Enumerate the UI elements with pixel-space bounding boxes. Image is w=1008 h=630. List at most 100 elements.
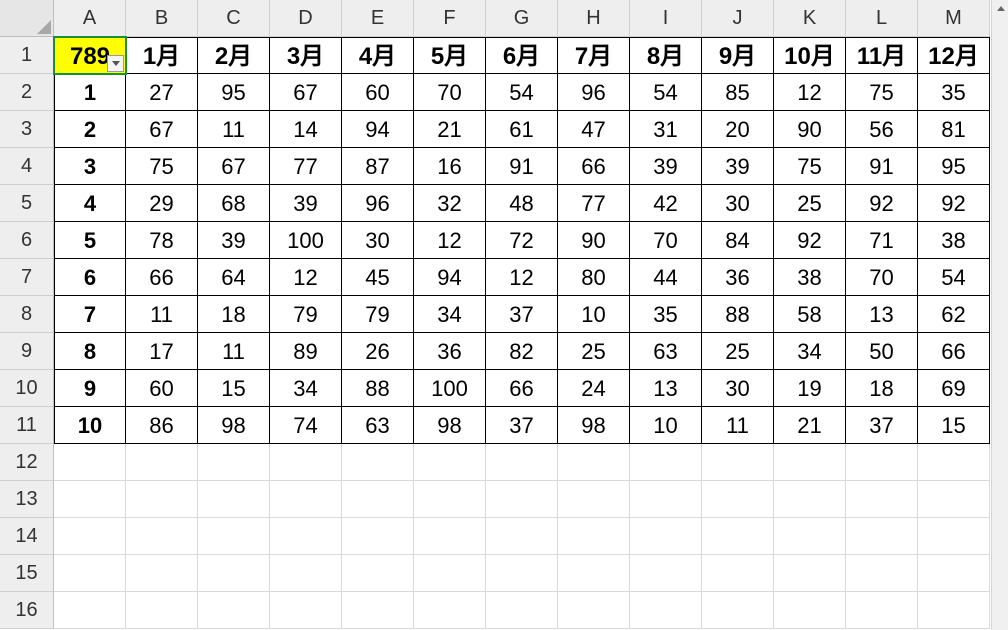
data-cell[interactable]: 48: [486, 185, 558, 222]
empty-cell[interactable]: [918, 518, 990, 555]
row-label[interactable]: 8: [54, 333, 126, 370]
row-header[interactable]: 2: [0, 74, 54, 111]
data-cell[interactable]: 98: [558, 407, 630, 444]
empty-cell[interactable]: [486, 592, 558, 629]
data-cell[interactable]: 39: [198, 222, 270, 259]
data-cell[interactable]: 98: [414, 407, 486, 444]
data-cell[interactable]: 86: [126, 407, 198, 444]
data-cell[interactable]: 96: [558, 74, 630, 111]
column-header[interactable]: F: [414, 0, 486, 37]
data-cell[interactable]: 92: [918, 185, 990, 222]
month-header[interactable]: 3月: [270, 37, 342, 74]
row-header[interactable]: 1: [0, 37, 54, 74]
row-header[interactable]: 10: [0, 370, 54, 407]
data-cell[interactable]: 17: [126, 333, 198, 370]
data-cell[interactable]: 71: [846, 222, 918, 259]
data-cell[interactable]: 66: [558, 148, 630, 185]
empty-cell[interactable]: [774, 555, 846, 592]
empty-cell[interactable]: [558, 481, 630, 518]
empty-cell[interactable]: [702, 518, 774, 555]
data-cell[interactable]: 18: [198, 296, 270, 333]
row-header[interactable]: 15: [0, 555, 54, 592]
row-label[interactable]: 9: [54, 370, 126, 407]
data-cell[interactable]: 77: [558, 185, 630, 222]
empty-cell[interactable]: [342, 592, 414, 629]
data-cell[interactable]: 77: [270, 148, 342, 185]
data-cell[interactable]: 27: [126, 74, 198, 111]
data-cell[interactable]: 66: [486, 370, 558, 407]
data-cell[interactable]: 70: [846, 259, 918, 296]
month-header[interactable]: 5月: [414, 37, 486, 74]
column-header[interactable]: M: [918, 0, 990, 37]
empty-cell[interactable]: [630, 518, 702, 555]
row-label[interactable]: 10: [54, 407, 126, 444]
month-header[interactable]: 9月: [702, 37, 774, 74]
data-cell[interactable]: 95: [198, 74, 270, 111]
empty-cell[interactable]: [558, 555, 630, 592]
month-header[interactable]: 2月: [198, 37, 270, 74]
empty-cell[interactable]: [702, 555, 774, 592]
empty-cell[interactable]: [342, 444, 414, 481]
data-cell[interactable]: 38: [774, 259, 846, 296]
empty-cell[interactable]: [270, 592, 342, 629]
data-cell[interactable]: 12: [774, 74, 846, 111]
filter-dropdown-icon[interactable]: [107, 55, 124, 72]
data-cell[interactable]: 31: [630, 111, 702, 148]
data-cell[interactable]: 11: [126, 296, 198, 333]
data-cell[interactable]: 92: [846, 185, 918, 222]
data-cell[interactable]: 66: [918, 333, 990, 370]
empty-cell[interactable]: [774, 592, 846, 629]
row-label[interactable]: 2: [54, 111, 126, 148]
data-cell[interactable]: 85: [702, 74, 774, 111]
data-cell[interactable]: 18: [846, 370, 918, 407]
empty-cell[interactable]: [486, 444, 558, 481]
empty-cell[interactable]: [270, 481, 342, 518]
data-cell[interactable]: 12: [414, 222, 486, 259]
cell-a1-selected[interactable]: 789: [54, 37, 126, 74]
empty-cell[interactable]: [918, 481, 990, 518]
data-cell[interactable]: 79: [342, 296, 414, 333]
data-cell[interactable]: 98: [198, 407, 270, 444]
data-cell[interactable]: 26: [342, 333, 414, 370]
data-cell[interactable]: 74: [270, 407, 342, 444]
row-header[interactable]: 11: [0, 407, 54, 444]
empty-cell[interactable]: [846, 444, 918, 481]
empty-cell[interactable]: [918, 444, 990, 481]
data-cell[interactable]: 66: [126, 259, 198, 296]
column-header[interactable]: E: [342, 0, 414, 37]
empty-cell[interactable]: [414, 481, 486, 518]
empty-cell[interactable]: [54, 592, 126, 629]
data-cell[interactable]: 63: [342, 407, 414, 444]
data-cell[interactable]: 63: [630, 333, 702, 370]
empty-cell[interactable]: [846, 555, 918, 592]
data-cell[interactable]: 36: [414, 333, 486, 370]
data-cell[interactable]: 10: [630, 407, 702, 444]
empty-cell[interactable]: [414, 555, 486, 592]
data-cell[interactable]: 67: [198, 148, 270, 185]
empty-cell[interactable]: [270, 518, 342, 555]
data-cell[interactable]: 75: [774, 148, 846, 185]
empty-cell[interactable]: [126, 444, 198, 481]
data-cell[interactable]: 37: [486, 407, 558, 444]
data-cell[interactable]: 81: [918, 111, 990, 148]
row-header[interactable]: 5: [0, 185, 54, 222]
data-cell[interactable]: 16: [414, 148, 486, 185]
data-cell[interactable]: 69: [918, 370, 990, 407]
data-cell[interactable]: 78: [126, 222, 198, 259]
empty-cell[interactable]: [414, 444, 486, 481]
column-header[interactable]: K: [774, 0, 846, 37]
data-cell[interactable]: 67: [270, 74, 342, 111]
empty-cell[interactable]: [126, 592, 198, 629]
empty-cell[interactable]: [774, 481, 846, 518]
empty-cell[interactable]: [126, 555, 198, 592]
data-cell[interactable]: 29: [126, 185, 198, 222]
data-cell[interactable]: 91: [846, 148, 918, 185]
data-cell[interactable]: 14: [270, 111, 342, 148]
data-cell[interactable]: 10: [558, 296, 630, 333]
row-header[interactable]: 4: [0, 148, 54, 185]
empty-cell[interactable]: [774, 518, 846, 555]
empty-cell[interactable]: [702, 592, 774, 629]
empty-cell[interactable]: [342, 481, 414, 518]
empty-cell[interactable]: [126, 518, 198, 555]
data-cell[interactable]: 25: [702, 333, 774, 370]
